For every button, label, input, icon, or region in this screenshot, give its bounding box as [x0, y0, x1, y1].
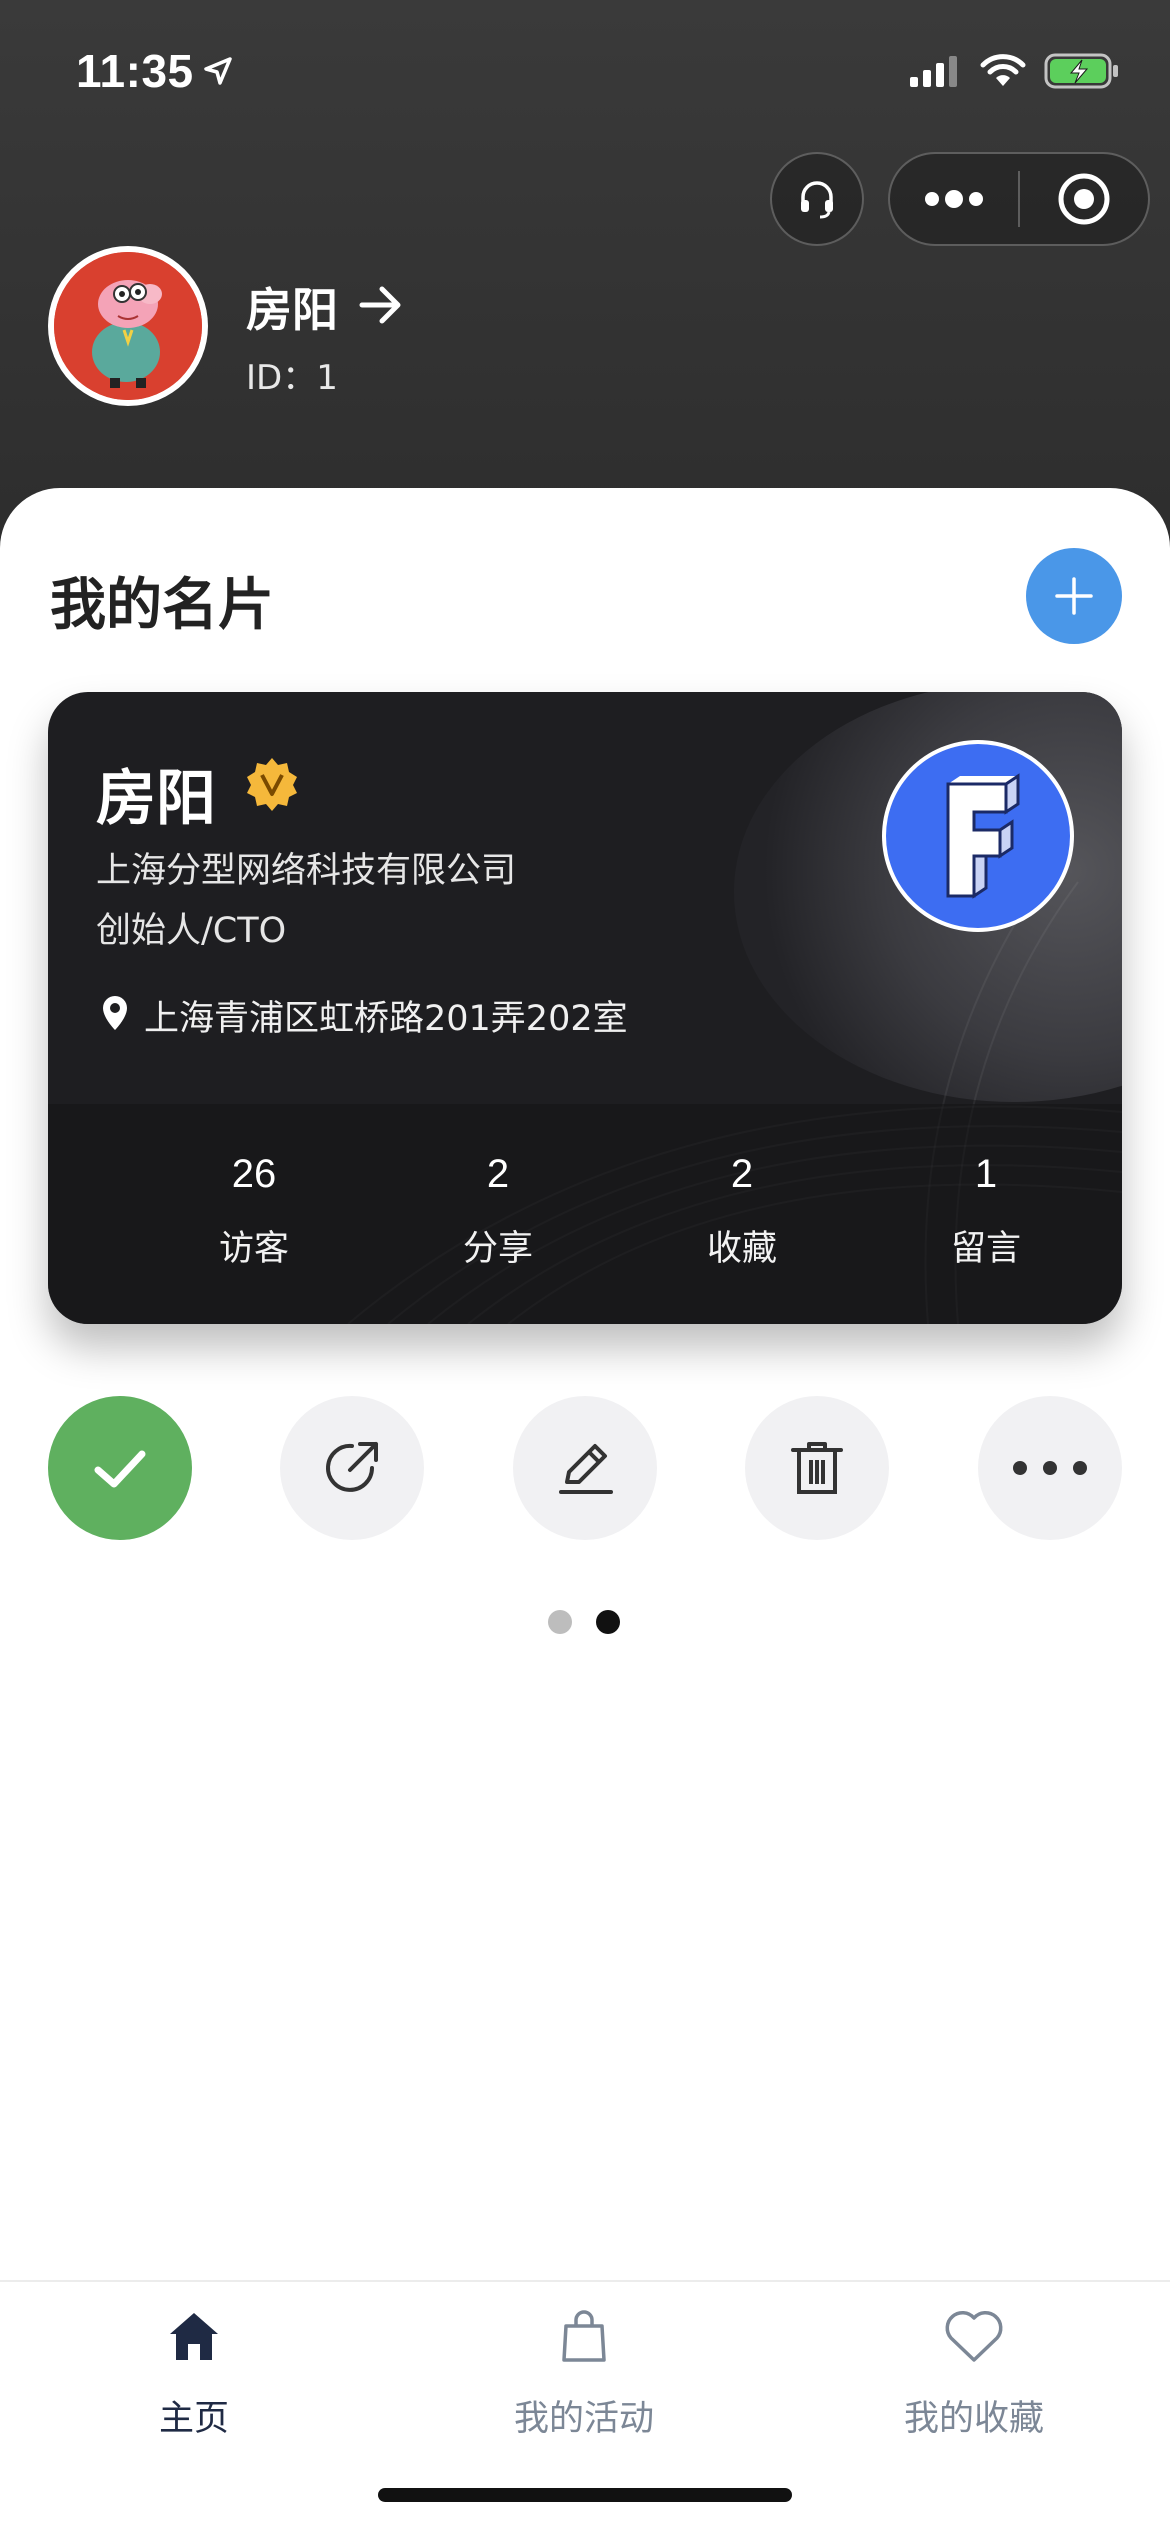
stat-value: 2 [486, 1152, 510, 1196]
close-mini-program-button[interactable] [1020, 154, 1148, 244]
home-indicator [378, 2488, 792, 2502]
avatar-image [54, 252, 202, 400]
card-company: 上海分型网络科技有限公司 [96, 851, 517, 891]
section-title: 我的名片 [50, 573, 274, 638]
trash-icon [791, 1442, 843, 1494]
stat-label: 访客 [218, 1229, 289, 1269]
company-logo [882, 740, 1074, 932]
card-holder-name: 房阳 [96, 764, 216, 834]
stat-label: 收藏 [706, 1229, 777, 1269]
heart-icon [945, 2311, 1003, 2362]
stat-label: 留言 [950, 1229, 1021, 1269]
tab-activities-label: 我的活动 [513, 2399, 654, 2439]
more-dots-icon [925, 190, 983, 208]
card-job-title: 创始人/CTO [96, 911, 287, 951]
status-indicators [910, 52, 1120, 90]
stat-value: 1 [974, 1152, 998, 1196]
share-icon [326, 1442, 378, 1492]
home-icon [170, 2313, 218, 2360]
status-time: 11:35 [76, 45, 194, 97]
more-options-button[interactable] [890, 154, 1018, 244]
company-logo-f-icon [886, 744, 1070, 928]
tab-favorites-label: 我的收藏 [903, 2399, 1044, 2439]
mini-program-capsule [888, 152, 1150, 246]
user-id: ID：1 [246, 358, 338, 398]
edit-icon [559, 1444, 613, 1494]
target-icon [1058, 173, 1110, 225]
headset-icon [801, 181, 833, 219]
avatar[interactable] [48, 246, 208, 406]
edit-button[interactable] [513, 1396, 657, 1540]
wifi-icon [980, 54, 1026, 86]
tab-home[interactable]: 主页 [44, 2300, 344, 2441]
add-card-button[interactable] [1026, 548, 1122, 644]
user-name[interactable]: 房阳 [246, 274, 338, 340]
customer-service-button[interactable] [770, 152, 864, 246]
battery-charging-icon [1044, 53, 1118, 89]
stat-value: 26 [231, 1152, 277, 1196]
card-address: 上海青浦区虹桥路201弄202室 [144, 999, 628, 1039]
check-icon [94, 1450, 146, 1488]
bag-icon [562, 2310, 606, 2362]
tab-home-label: 主页 [158, 2399, 229, 2439]
page-dot-active[interactable] [596, 1610, 620, 1634]
location-arrow-icon [204, 57, 232, 85]
page-dot[interactable] [548, 1610, 572, 1634]
stat-value: 2 [730, 1152, 754, 1196]
set-default-button[interactable] [48, 1396, 192, 1540]
more-icon [1013, 1461, 1087, 1475]
stat-label: 分享 [462, 1229, 533, 1269]
arrow-right-icon[interactable] [358, 282, 404, 328]
delete-button[interactable] [745, 1396, 889, 1540]
signal-icon [910, 56, 957, 87]
tab-my-activities[interactable]: 我的活动 [434, 2300, 734, 2441]
card-stats: 26 访客 2 分享 2 收藏 1 留言 [48, 1104, 1122, 1324]
page-indicator [548, 1610, 620, 1634]
more-actions-button[interactable] [978, 1396, 1122, 1540]
business-card[interactable]: 房阳 上海分型网络科技有限公司 创始人/CTO 上海青浦区虹桥路201弄202室… [48, 692, 1122, 1324]
location-pin-icon [103, 996, 127, 1030]
plus-icon [1055, 577, 1093, 615]
tab-my-favorites[interactable]: 我的收藏 [824, 2300, 1124, 2441]
share-button[interactable] [280, 1396, 424, 1540]
verified-badge-icon [247, 758, 297, 811]
